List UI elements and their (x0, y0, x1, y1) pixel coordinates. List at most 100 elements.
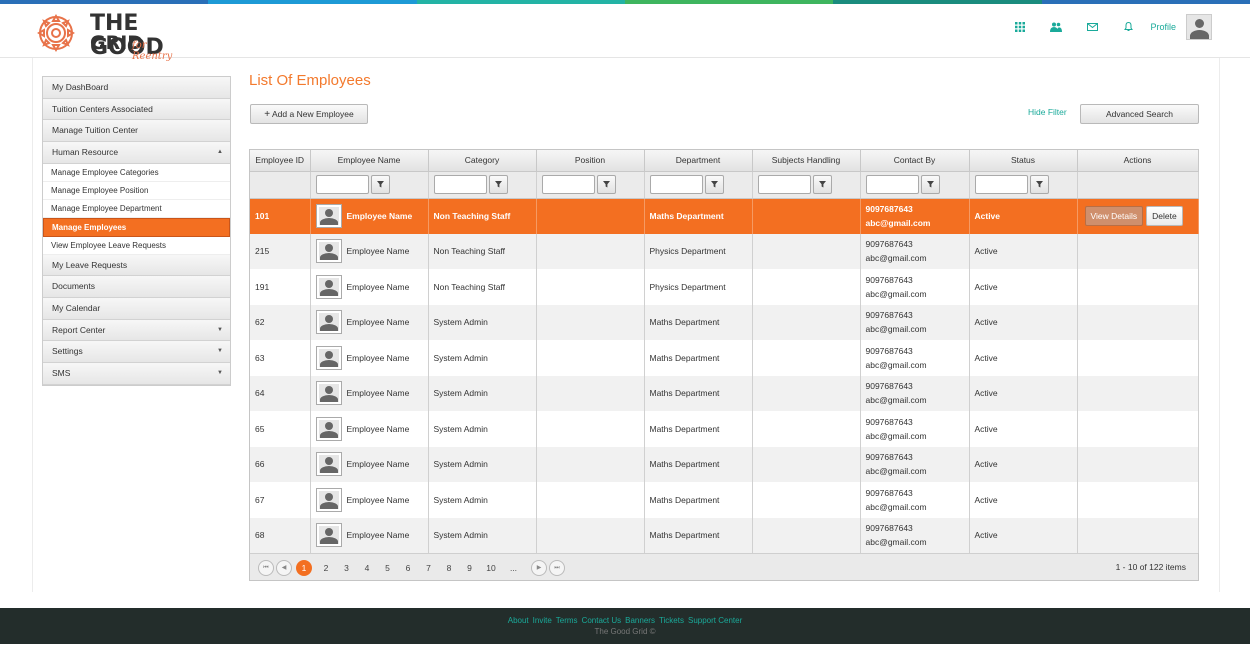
table-row[interactable]: 63 Employee Name System Admin Maths Departm… (250, 340, 1199, 376)
page-number[interactable]: 7 (421, 560, 437, 576)
sidebar-item-view-employee-leave-requests[interactable]: View Employee Leave Requests (43, 236, 230, 255)
footer-link-invite[interactable]: Invite (533, 616, 552, 625)
filter-icon[interactable] (704, 175, 724, 194)
table-row[interactable]: 64 Employee Name System Admin Maths Departm… (250, 375, 1199, 411)
logo[interactable]: THE GOOD GRID for Reentry (32, 10, 182, 62)
filter-input[interactable] (649, 175, 703, 194)
sidebar-item-label: Tuition Centers Associated (52, 103, 153, 114)
sidebar-item-manage-employee-categories[interactable]: Manage Employee Categories (43, 163, 230, 182)
avatar[interactable] (1186, 14, 1212, 40)
sidebar-item-manage-employee-position[interactable]: Manage Employee Position (43, 181, 230, 201)
footer-link-terms[interactable]: Terms (556, 616, 578, 625)
footer-link-banners[interactable]: Banners (625, 616, 655, 625)
filter-cell (1077, 171, 1199, 199)
table-row[interactable]: 62 Employee Name System Admin Maths Departm… (250, 304, 1199, 340)
sidebar-item-tuition-centers-associated[interactable]: Tuition Centers Associated (43, 98, 230, 121)
prev-page-icon[interactable]: ◀ (276, 560, 292, 576)
filter-group (649, 175, 752, 194)
first-page-icon[interactable]: ⏮ (258, 560, 274, 576)
category-cell: System Admin (428, 446, 537, 482)
page-number[interactable]: 3 (339, 560, 355, 576)
page-number[interactable]: 8 (441, 560, 457, 576)
filter-icon[interactable] (596, 175, 616, 194)
filter-icon[interactable] (920, 175, 940, 194)
column-header[interactable]: Category (428, 150, 537, 172)
filter-input[interactable] (433, 175, 487, 194)
column-header[interactable]: Employee Name (310, 150, 429, 172)
position-cell (536, 340, 645, 376)
table-row[interactable]: 101 Employee Name Non Teaching Staff Maths … (250, 198, 1199, 234)
footer-link-about[interactable]: About (508, 616, 529, 625)
profile-link[interactable]: Profile (1146, 22, 1186, 32)
column-header[interactable]: Subjects Handling (752, 150, 861, 172)
sidebar-item-settings[interactable]: Settings ▼ (43, 341, 230, 364)
bell-icon[interactable] (1110, 15, 1146, 39)
sidebar-item-my-leave-requests[interactable]: My Leave Requests (43, 254, 230, 277)
page-number[interactable]: 9 (462, 560, 478, 576)
employee-name-cell: Employee Name (310, 233, 429, 269)
column-header[interactable]: Position (536, 150, 645, 172)
view-details-button[interactable]: View Details (1084, 206, 1144, 226)
filter-input[interactable] (865, 175, 919, 194)
contact-cell: 9097687643 abc@gmail.com (860, 411, 970, 447)
filter-icon[interactable] (1029, 175, 1049, 194)
table-row[interactable]: 66 Employee Name System Admin Maths Departm… (250, 446, 1199, 482)
sidebar-item-my-dashboard[interactable]: My DashBoard (43, 77, 230, 99)
sidebar-item-human-resource[interactable]: Human Resource ▲ (43, 142, 230, 164)
footer-link-tickets[interactable]: Tickets (659, 616, 684, 625)
employee-info: Employee Name (315, 239, 428, 264)
filter-input[interactable] (541, 175, 595, 194)
page-number[interactable]: 4 (359, 560, 375, 576)
delete-button[interactable]: Delete (1146, 206, 1183, 226)
actions-cell (1077, 304, 1199, 340)
sidebar-item-manage-tuition-center[interactable]: Manage Tuition Center (43, 120, 230, 143)
filter-icon[interactable] (370, 175, 390, 194)
table-row[interactable]: 191 Employee Name Non Teaching Staff Physic… (250, 269, 1199, 305)
add-employee-button[interactable]: + Add a New Employee (250, 104, 368, 124)
last-page-icon[interactable]: ⏭ (549, 560, 565, 576)
mail-icon[interactable] (1074, 15, 1110, 39)
footer-link-support-center[interactable]: Support Center (688, 616, 742, 625)
filter-input[interactable] (974, 175, 1028, 194)
page-number[interactable]: 6 (400, 560, 416, 576)
table-row[interactable]: 68 Employee Name System Admin Maths Departm… (250, 517, 1199, 553)
table-row[interactable]: 65 Employee Name System Admin Maths Departm… (250, 411, 1199, 447)
employee-id-cell: 63 (250, 340, 311, 376)
sidebar-item-manage-employees[interactable]: Manage Employees (43, 218, 230, 237)
hide-filter-link[interactable]: Hide Filter (1028, 107, 1067, 117)
filter-group (315, 175, 428, 194)
filter-input[interactable] (757, 175, 811, 194)
table-row[interactable]: 215 Employee Name Non Teaching Staff Physic… (250, 233, 1199, 269)
page-number[interactable]: 1 (296, 560, 312, 576)
column-header[interactable]: Employee ID (250, 150, 311, 172)
column-header[interactable]: Department (644, 150, 753, 172)
table-row[interactable]: 67 Employee Name System Admin Maths Departm… (250, 482, 1199, 518)
page-number[interactable]: 10 (482, 560, 500, 576)
column-header[interactable]: Contact By (860, 150, 970, 172)
sidebar-item-manage-employee-department[interactable]: Manage Employee Department (43, 200, 230, 219)
sidebar-item-label: Settings (52, 346, 83, 357)
category-cell: System Admin (428, 411, 537, 447)
footer-link-contact-us[interactable]: Contact Us (582, 616, 622, 625)
column-header[interactable]: Actions (1077, 150, 1199, 172)
sidebar-item-report-center[interactable]: Report Center ▼ (43, 319, 230, 342)
filter-cell (860, 171, 970, 199)
filter-input[interactable] (315, 175, 369, 194)
page-number[interactable]: 5 (380, 560, 396, 576)
user-icon (318, 277, 339, 296)
sidebar-item-sms[interactable]: SMS ▼ (43, 363, 230, 385)
footer-links: About Invite Terms Contact Us Banners Tickets… (0, 608, 1250, 625)
sidebar-item-label: Manage Employees (52, 223, 127, 233)
grid-icon[interactable] (1002, 15, 1038, 39)
users-icon[interactable] (1038, 15, 1074, 39)
page-number[interactable]: 2 (318, 560, 334, 576)
sidebar-item-my-calendar[interactable]: My Calendar (43, 298, 230, 320)
sidebar-item-documents[interactable]: Documents (43, 276, 230, 299)
filter-icon[interactable] (488, 175, 508, 194)
next-page-icon[interactable]: ▶ (531, 560, 547, 576)
employee-id-cell: 191 (250, 269, 311, 305)
column-header[interactable]: Status (969, 150, 1078, 172)
filter-icon[interactable] (812, 175, 832, 194)
page-number[interactable]: ... (505, 560, 523, 576)
advanced-search-button[interactable]: Advanced Search (1080, 104, 1199, 124)
